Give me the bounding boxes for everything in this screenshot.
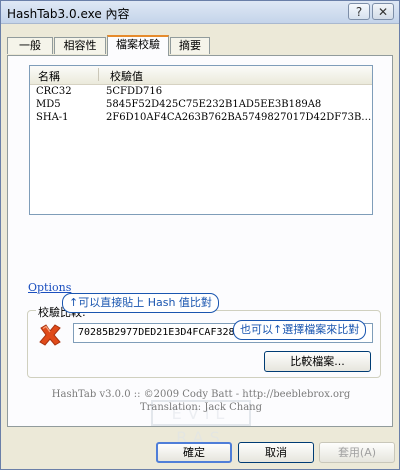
apply-button[interactable]: 套用(A) <box>319 442 395 463</box>
list-item[interactable]: CRC32 5CFDD716 <box>30 86 372 99</box>
hash-value: 2F6D10AF4CA263B762BA5749827017D42DF73B… <box>106 112 372 123</box>
select-file-callout: 也可以↑選擇檔案來比對 <box>233 320 367 340</box>
paste-hash-callout: ↑可以直接貼上 Hash 值比對 <box>62 293 219 313</box>
column-header-value[interactable]: 校驗值 <box>110 68 143 84</box>
ok-button[interactable]: 確定 <box>156 442 232 463</box>
translation-credit: Translation: Jack Chang <box>139 402 263 413</box>
tab-compatibility[interactable]: 相容性 <box>54 37 106 54</box>
column-divider[interactable] <box>98 68 99 81</box>
hash-name: CRC32 <box>36 86 72 97</box>
list-header: 名稱 校驗值 <box>30 66 372 85</box>
properties-window: HashTab3.0.exe 內容 ? ✕ 一般 相容性 檔案校驗 摘要 名稱 … <box>0 0 400 470</box>
cancel-button[interactable]: 取消 <box>238 442 314 463</box>
list-item[interactable]: MD5 5845F52D425C75E232B1AD5EE3B189A8 <box>30 99 372 112</box>
column-header-name[interactable]: 名稱 <box>38 68 60 84</box>
hash-list[interactable]: 名稱 校驗值 CRC32 5CFDD716 MD5 5845F52D425C75… <box>29 65 373 215</box>
tab-summary[interactable]: 摘要 <box>170 37 210 54</box>
tab-panel: 名稱 校驗值 CRC32 5CFDD716 MD5 5845F52D425C75… <box>7 55 393 427</box>
credit-text: HashTab v3.0.0 :: ©2009 Cody Batt - http… <box>51 389 351 400</box>
options-link[interactable]: Options <box>28 281 71 294</box>
title-bar[interactable]: HashTab3.0.exe 內容 ? ✕ <box>1 1 399 24</box>
hash-name: MD5 <box>36 99 61 110</box>
window-title: HashTab3.0.exe 內容 <box>7 7 130 21</box>
close-button[interactable]: ✕ <box>372 3 394 20</box>
hash-value: 5845F52D425C75E232B1AD5EE3B189A8 <box>106 99 322 110</box>
compare-file-button[interactable]: 比較檔案... <box>264 351 371 372</box>
hash-value: 5CFDD716 <box>106 86 163 97</box>
tab-file-hashes[interactable]: 檔案校驗 <box>107 35 169 56</box>
list-item[interactable]: SHA-1 2F6D10AF4CA263B762BA5749827017D42D… <box>30 112 372 125</box>
mismatch-x-icon <box>39 324 61 346</box>
hash-name: SHA-1 <box>36 112 69 123</box>
help-button[interactable]: ? <box>348 3 370 20</box>
tab-general[interactable]: 一般 <box>7 37 53 54</box>
